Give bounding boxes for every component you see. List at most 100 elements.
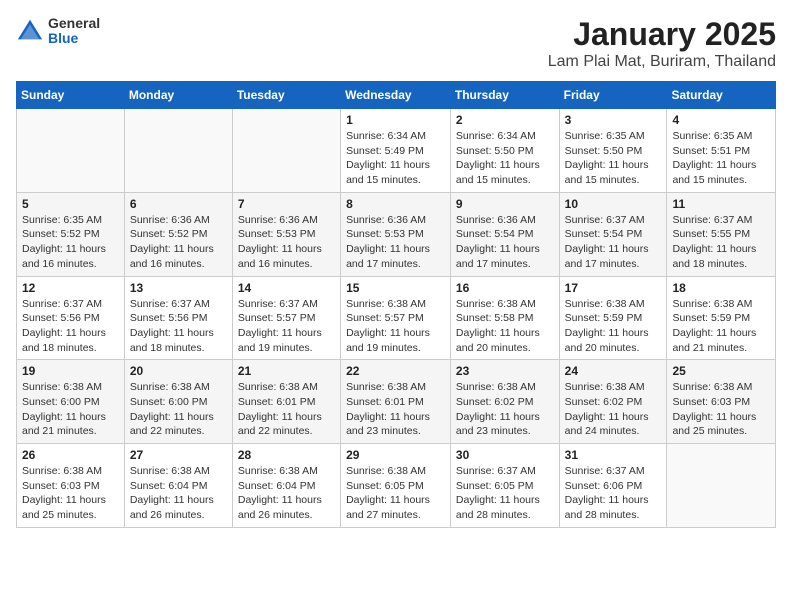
day-number: 22 [346, 364, 445, 378]
day-info: Sunrise: 6:38 AM Sunset: 6:04 PM Dayligh… [130, 464, 227, 523]
calendar-cell: 3 Sunrise: 6:35 AM Sunset: 5:50 PM Daylig… [559, 109, 667, 193]
day-number: 14 [238, 281, 335, 295]
calendar-cell: 30 Sunrise: 6:37 AM Sunset: 6:05 PM Dayli… [450, 444, 559, 528]
day-info: Sunrise: 6:35 AM Sunset: 5:50 PM Dayligh… [565, 129, 662, 188]
day-info: Sunrise: 6:38 AM Sunset: 6:00 PM Dayligh… [130, 380, 227, 439]
header-cell-friday: Friday [559, 82, 667, 109]
day-number: 2 [456, 113, 554, 127]
calendar-cell: 26 Sunrise: 6:38 AM Sunset: 6:03 PM Dayli… [17, 444, 125, 528]
day-number: 16 [456, 281, 554, 295]
calendar-cell: 2 Sunrise: 6:34 AM Sunset: 5:50 PM Daylig… [450, 109, 559, 193]
day-number: 7 [238, 197, 335, 211]
day-number: 1 [346, 113, 445, 127]
day-number: 25 [672, 364, 770, 378]
calendar-cell: 29Sunrise: 6:38 AM Sunset: 6:05 PM Dayli… [341, 444, 451, 528]
calendar-cell: 23 Sunrise: 6:38 AM Sunset: 6:02 PM Dayli… [450, 360, 559, 444]
calendar-cell: 15Sunrise: 6:38 AM Sunset: 5:57 PM Dayli… [341, 276, 451, 360]
day-number: 4 [672, 113, 770, 127]
calendar-cell: 17 Sunrise: 6:38 AM Sunset: 5:59 PM Dayli… [559, 276, 667, 360]
calendar-week-row: 12 Sunrise: 6:37 AM Sunset: 5:56 PM Dayli… [17, 276, 776, 360]
header-cell-wednesday: Wednesday [341, 82, 451, 109]
day-number: 31 [565, 448, 662, 462]
calendar-header: SundayMondayTuesdayWednesdayThursdayFrid… [17, 82, 776, 109]
day-number: 21 [238, 364, 335, 378]
day-number: 19 [22, 364, 119, 378]
logo-blue-text: Blue [48, 31, 100, 46]
day-number: 20 [130, 364, 227, 378]
day-info: Sunrise: 6:37 AM Sunset: 5:56 PM Dayligh… [22, 297, 119, 356]
day-number: 27 [130, 448, 227, 462]
day-number: 9 [456, 197, 554, 211]
calendar-cell: 25 Sunrise: 6:38 AM Sunset: 6:03 PM Dayli… [667, 360, 776, 444]
calendar-cell: 27 Sunrise: 6:38 AM Sunset: 6:04 PM Dayli… [124, 444, 232, 528]
calendar-cell: 4 Sunrise: 6:35 AM Sunset: 5:51 PM Daylig… [667, 109, 776, 193]
day-info: Sunrise: 6:38 AM Sunset: 6:01 PM Dayligh… [346, 380, 445, 439]
calendar-week-row: 1 Sunrise: 6:34 AM Sunset: 5:49 PM Daylig… [17, 109, 776, 193]
day-number: 6 [130, 197, 227, 211]
logo-text: General Blue [48, 16, 100, 47]
calendar-week-row: 5 Sunrise: 6:35 AM Sunset: 5:52 PM Daylig… [17, 192, 776, 276]
calendar-cell: 18 Sunrise: 6:38 AM Sunset: 5:59 PM Dayli… [667, 276, 776, 360]
day-number: 29 [346, 448, 445, 462]
header-cell-thursday: Thursday [450, 82, 559, 109]
day-info: Sunrise: 6:38 AM Sunset: 5:57 PM Dayligh… [346, 297, 445, 356]
calendar-cell: 12 Sunrise: 6:37 AM Sunset: 5:56 PM Dayli… [17, 276, 125, 360]
day-number: 5 [22, 197, 119, 211]
day-number: 26 [22, 448, 119, 462]
day-number: 10 [565, 197, 662, 211]
day-info: Sunrise: 6:38 AM Sunset: 5:59 PM Dayligh… [672, 297, 770, 356]
calendar-cell: 7Sunrise: 6:36 AM Sunset: 5:53 PM Daylig… [232, 192, 340, 276]
day-info: Sunrise: 6:36 AM Sunset: 5:52 PM Dayligh… [130, 213, 227, 272]
calendar-cell: 13Sunrise: 6:37 AM Sunset: 5:56 PM Dayli… [124, 276, 232, 360]
day-info: Sunrise: 6:38 AM Sunset: 6:02 PM Dayligh… [565, 380, 662, 439]
day-info: Sunrise: 6:37 AM Sunset: 5:56 PM Dayligh… [130, 297, 227, 356]
title-block: January 2025 Lam Plai Mat, Buriram, Thai… [548, 16, 776, 71]
page-header: General Blue January 2025 Lam Plai Mat, … [16, 16, 776, 71]
day-info: Sunrise: 6:36 AM Sunset: 5:53 PM Dayligh… [346, 213, 445, 272]
calendar-cell: 1 Sunrise: 6:34 AM Sunset: 5:49 PM Daylig… [341, 109, 451, 193]
calendar-body: 1 Sunrise: 6:34 AM Sunset: 5:49 PM Daylig… [17, 109, 776, 528]
day-info: Sunrise: 6:38 AM Sunset: 6:03 PM Dayligh… [22, 464, 119, 523]
day-info: Sunrise: 6:38 AM Sunset: 5:58 PM Dayligh… [456, 297, 554, 356]
calendar-cell: 19 Sunrise: 6:38 AM Sunset: 6:00 PM Dayli… [17, 360, 125, 444]
calendar-week-row: 19 Sunrise: 6:38 AM Sunset: 6:00 PM Dayli… [17, 360, 776, 444]
calendar-cell: 8 Sunrise: 6:36 AM Sunset: 5:53 PM Daylig… [341, 192, 451, 276]
day-number: 3 [565, 113, 662, 127]
calendar-cell: 9 Sunrise: 6:36 AM Sunset: 5:54 PM Daylig… [450, 192, 559, 276]
logo-general-text: General [48, 16, 100, 31]
day-info: Sunrise: 6:38 AM Sunset: 6:02 PM Dayligh… [456, 380, 554, 439]
day-info: Sunrise: 6:38 AM Sunset: 6:03 PM Dayligh… [672, 380, 770, 439]
day-info: Sunrise: 6:37 AM Sunset: 5:54 PM Dayligh… [565, 213, 662, 272]
calendar-cell [232, 109, 340, 193]
day-info: Sunrise: 6:37 AM Sunset: 6:06 PM Dayligh… [565, 464, 662, 523]
calendar-week-row: 26 Sunrise: 6:38 AM Sunset: 6:03 PM Dayli… [17, 444, 776, 528]
day-info: Sunrise: 6:38 AM Sunset: 6:00 PM Dayligh… [22, 380, 119, 439]
day-info: Sunrise: 6:38 AM Sunset: 5:59 PM Dayligh… [565, 297, 662, 356]
page-subtitle: Lam Plai Mat, Buriram, Thailand [548, 53, 776, 71]
day-number: 28 [238, 448, 335, 462]
day-info: Sunrise: 6:37 AM Sunset: 6:05 PM Dayligh… [456, 464, 554, 523]
day-number: 18 [672, 281, 770, 295]
day-info: Sunrise: 6:34 AM Sunset: 5:49 PM Dayligh… [346, 129, 445, 188]
calendar-cell: 31 Sunrise: 6:37 AM Sunset: 6:06 PM Dayli… [559, 444, 667, 528]
day-number: 17 [565, 281, 662, 295]
calendar-cell: 6 Sunrise: 6:36 AM Sunset: 5:52 PM Daylig… [124, 192, 232, 276]
day-info: Sunrise: 6:37 AM Sunset: 5:55 PM Dayligh… [672, 213, 770, 272]
day-number: 23 [456, 364, 554, 378]
calendar-cell: 20 Sunrise: 6:38 AM Sunset: 6:00 PM Dayli… [124, 360, 232, 444]
day-number: 24 [565, 364, 662, 378]
calendar-cell [667, 444, 776, 528]
header-cell-monday: Monday [124, 82, 232, 109]
day-info: Sunrise: 6:36 AM Sunset: 5:54 PM Dayligh… [456, 213, 554, 272]
header-cell-saturday: Saturday [667, 82, 776, 109]
day-info: Sunrise: 6:34 AM Sunset: 5:50 PM Dayligh… [456, 129, 554, 188]
day-number: 12 [22, 281, 119, 295]
day-info: Sunrise: 6:37 AM Sunset: 5:57 PM Dayligh… [238, 297, 335, 356]
day-number: 30 [456, 448, 554, 462]
day-number: 8 [346, 197, 445, 211]
calendar-cell: 28Sunrise: 6:38 AM Sunset: 6:04 PM Dayli… [232, 444, 340, 528]
day-info: Sunrise: 6:35 AM Sunset: 5:51 PM Dayligh… [672, 129, 770, 188]
day-info: Sunrise: 6:35 AM Sunset: 5:52 PM Dayligh… [22, 213, 119, 272]
calendar-cell: 14 Sunrise: 6:37 AM Sunset: 5:57 PM Dayli… [232, 276, 340, 360]
header-row: SundayMondayTuesdayWednesdayThursdayFrid… [17, 82, 776, 109]
